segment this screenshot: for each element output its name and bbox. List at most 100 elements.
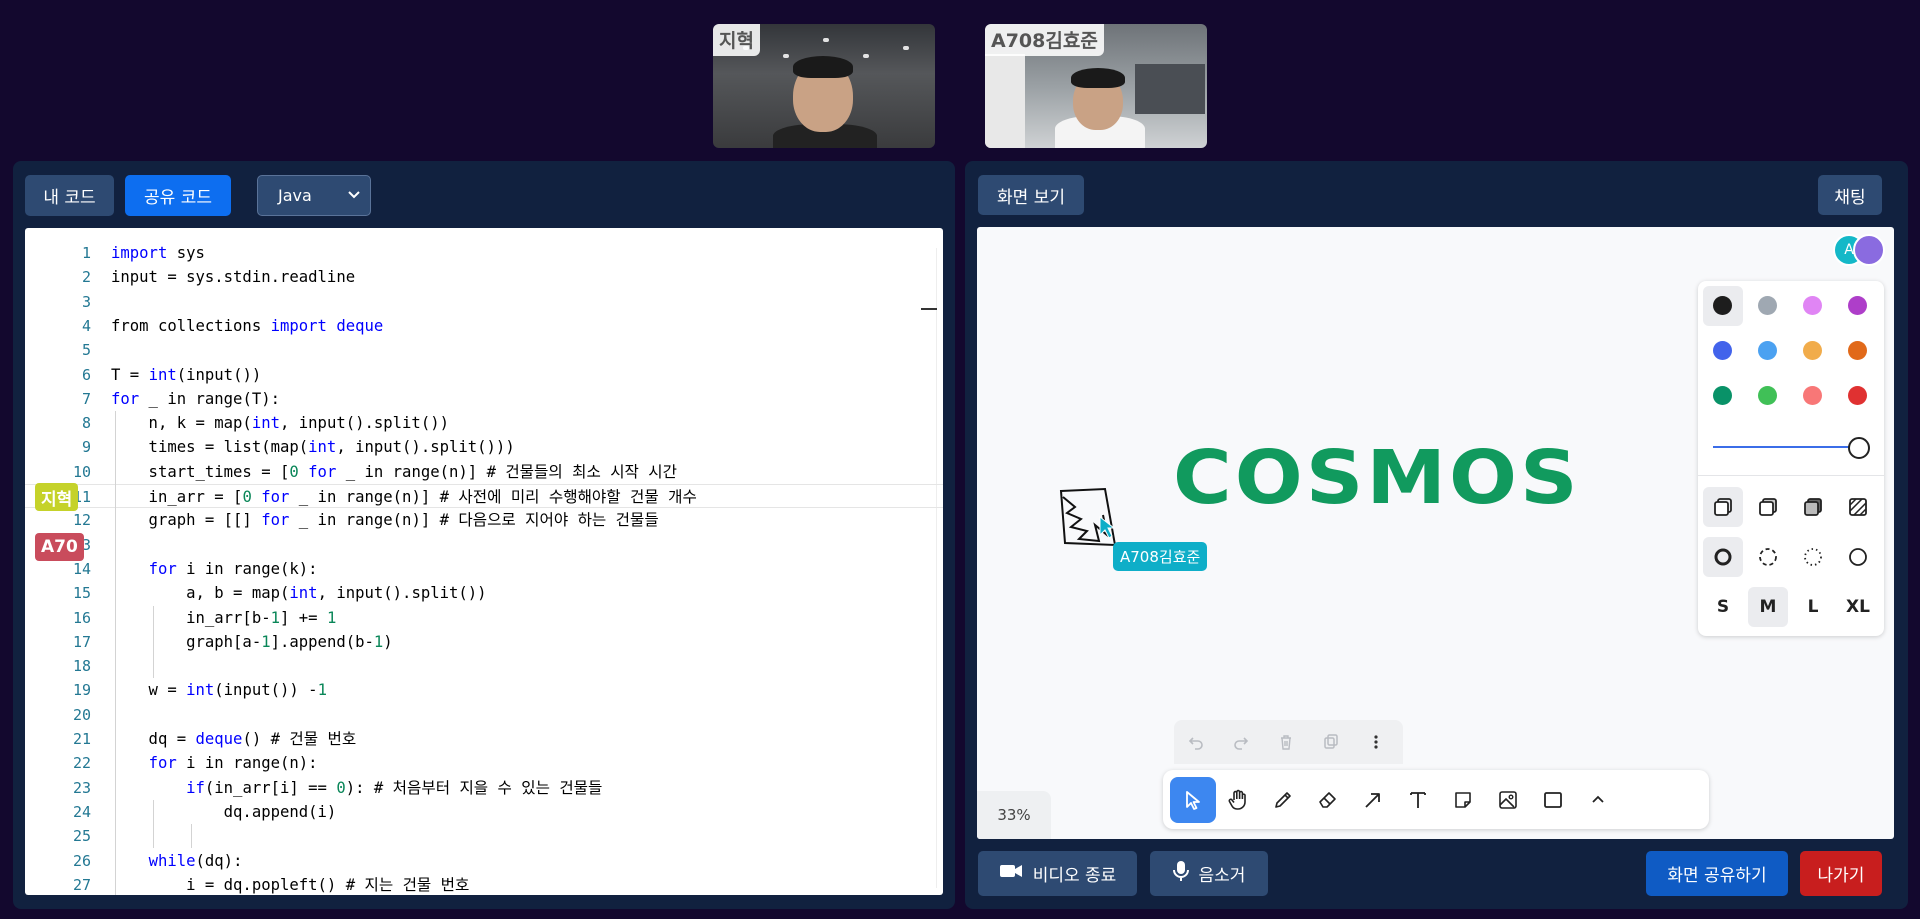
undo-icon[interactable] (1185, 731, 1207, 753)
size-xl-button[interactable]: XL (1838, 587, 1878, 627)
code-text: dq = deque() # 건물 번호 (111, 730, 357, 748)
pencil-tool-icon[interactable] (1260, 777, 1306, 823)
language-select[interactable]: Java (257, 175, 371, 216)
fill-semi-icon[interactable] (1748, 487, 1788, 527)
size-m-button[interactable]: M (1748, 587, 1788, 627)
divider (1698, 475, 1884, 476)
arrow-tool-icon[interactable] (1350, 777, 1396, 823)
mute-button[interactable]: 음소거 (1150, 851, 1268, 896)
drawing-toolbar (1163, 770, 1709, 829)
video-off-button[interactable]: 비디오 종료 (978, 851, 1137, 896)
trash-icon[interactable] (1275, 731, 1297, 753)
color-swatch[interactable] (1713, 296, 1732, 315)
code-line[interactable]: 26 while(dq): (25, 849, 943, 873)
line-number: 22 (72, 754, 91, 773)
color-swatch[interactable] (1803, 296, 1822, 315)
opacity-slider-knob[interactable] (1848, 437, 1870, 459)
code-line[interactable]: 21 dq = deque() # 건물 번호 (25, 727, 943, 751)
board-text[interactable]: COSMOS (1173, 434, 1581, 520)
color-swatch[interactable] (1758, 341, 1777, 360)
code-line[interactable]: 24 dq.append(i) (25, 800, 943, 824)
code-line[interactable]: 5 (25, 338, 943, 362)
code-line[interactable]: 12 graph = [[] for _ in range(n)] # 다음으로… (25, 508, 943, 532)
screen-view-button[interactable]: 화면 보기 (978, 175, 1084, 215)
code-line[interactable]: 16 in_arr[b-1] += 1 (25, 606, 943, 630)
color-swatch[interactable] (1848, 386, 1867, 405)
color-swatch[interactable] (1713, 386, 1732, 405)
code-line[interactable]: 7 for _ in range(T): (25, 387, 943, 411)
code-text: T = int(input()) (111, 365, 262, 384)
color-swatch[interactable] (1848, 296, 1867, 315)
line-number: 4 (81, 316, 91, 335)
code-text: dq.append(i) (111, 802, 337, 821)
code-line[interactable]: 20 (25, 703, 943, 727)
more-options-icon[interactable] (1365, 731, 1387, 753)
dash-dashed-icon[interactable] (1748, 537, 1788, 577)
leave-button[interactable]: 나가기 (1800, 851, 1882, 896)
action-bar (1174, 720, 1403, 764)
rectangle-tool-icon[interactable] (1530, 777, 1576, 823)
dash-solid-icon[interactable] (1838, 537, 1878, 577)
shared-code-button[interactable]: 공유 코드 (125, 175, 231, 216)
chevron-up-icon[interactable] (1575, 777, 1621, 823)
code-line[interactable]: 11 in_arr = [0 for _ in range(n)] # 사전에 … (25, 484, 943, 508)
note-tool-icon[interactable] (1440, 777, 1486, 823)
fill-pattern-icon[interactable] (1838, 487, 1878, 527)
zoom-level[interactable]: 33% (977, 791, 1051, 839)
duplicate-icon[interactable] (1320, 731, 1342, 753)
fill-none-icon[interactable] (1703, 487, 1743, 527)
eraser-tool-icon[interactable] (1305, 777, 1351, 823)
code-line[interactable]: 2 input = sys.stdin.readline (25, 265, 943, 289)
text-tool-icon[interactable] (1395, 777, 1441, 823)
dash-dotted-icon[interactable] (1793, 537, 1833, 577)
hand-tool-icon[interactable] (1215, 777, 1261, 823)
code-line[interactable]: 19 w = int(input()) -1 (25, 678, 943, 702)
color-swatch[interactable] (1803, 386, 1822, 405)
code-line[interactable]: 23 if(in_arr[i] == 0): # 처음부터 지을 수 있는 건물… (25, 776, 943, 800)
code-line[interactable]: 1 import sys (25, 241, 943, 265)
size-s-button[interactable]: S (1703, 587, 1743, 627)
whiteboard-panel: 화면 보기 채팅 A A708김효준 COSMOS S M L XL 33% (965, 161, 1908, 909)
size-label: L (1807, 597, 1819, 617)
code-line[interactable]: 17 graph[a-1].append(b-1) (25, 630, 943, 654)
my-code-button[interactable]: 내 코드 (25, 175, 114, 216)
line-number: 1 (81, 244, 91, 262)
code-line[interactable]: 27 i = dq.popleft() # 지는 건물 번호 (25, 873, 943, 895)
code-line[interactable]: 13 (25, 533, 943, 557)
redo-icon[interactable] (1230, 731, 1252, 753)
code-line[interactable]: 4 from collections import deque (25, 314, 943, 338)
color-swatch[interactable] (1803, 341, 1822, 360)
color-swatch[interactable] (1848, 341, 1867, 360)
color-swatch[interactable] (1758, 386, 1777, 405)
code-line[interactable]: 9 times = list(map(int, input().split())… (25, 435, 943, 459)
code-line[interactable]: 14 for i in range(k): (25, 557, 943, 581)
code-line[interactable]: 3 (25, 290, 943, 314)
code-line[interactable]: 6 T = int(input()) (25, 363, 943, 387)
color-swatch[interactable] (1758, 296, 1777, 315)
code-line[interactable]: 22 for i in range(n): (25, 751, 943, 775)
code-line[interactable]: 25 (25, 824, 943, 848)
code-text: from collections import deque (111, 316, 384, 335)
chat-button[interactable]: 채팅 (1818, 175, 1882, 215)
language-value: Java (278, 186, 312, 205)
code-text: in_arr[b-1] += 1 (111, 608, 337, 627)
whiteboard-canvas[interactable]: A A708김효준 COSMOS S M L XL 33% (977, 227, 1894, 839)
participant-name: A708김효준 (985, 24, 1104, 56)
line-number: 7 (81, 389, 91, 408)
dash-draw-icon[interactable] (1703, 537, 1743, 577)
code-line[interactable]: 15 a, b = map(int, input().split()) (25, 581, 943, 605)
color-swatch[interactable] (1713, 341, 1732, 360)
size-l-button[interactable]: L (1793, 587, 1833, 627)
code-text: in_arr = [0 for _ in range(n)] # 사전에 미리 … (111, 488, 697, 506)
code-line[interactable]: 8 n, k = map(int, input().split()) (25, 411, 943, 435)
code-editor[interactable]: 1 import sys 2 input = sys.stdin.readline 3 4… (25, 228, 943, 895)
fill-solid-icon[interactable] (1793, 487, 1833, 527)
image-tool-icon[interactable] (1485, 777, 1531, 823)
share-screen-button[interactable]: 화면 공유하기 (1646, 851, 1788, 896)
line-number: 15 (72, 584, 91, 603)
opacity-slider-track[interactable] (1713, 446, 1853, 448)
select-tool-icon[interactable] (1170, 777, 1216, 823)
code-line[interactable]: 10 start_times = [0 for _ in range(n)] #… (25, 460, 943, 484)
code-line[interactable]: 18 (25, 654, 943, 678)
size-label: S (1716, 597, 1730, 617)
